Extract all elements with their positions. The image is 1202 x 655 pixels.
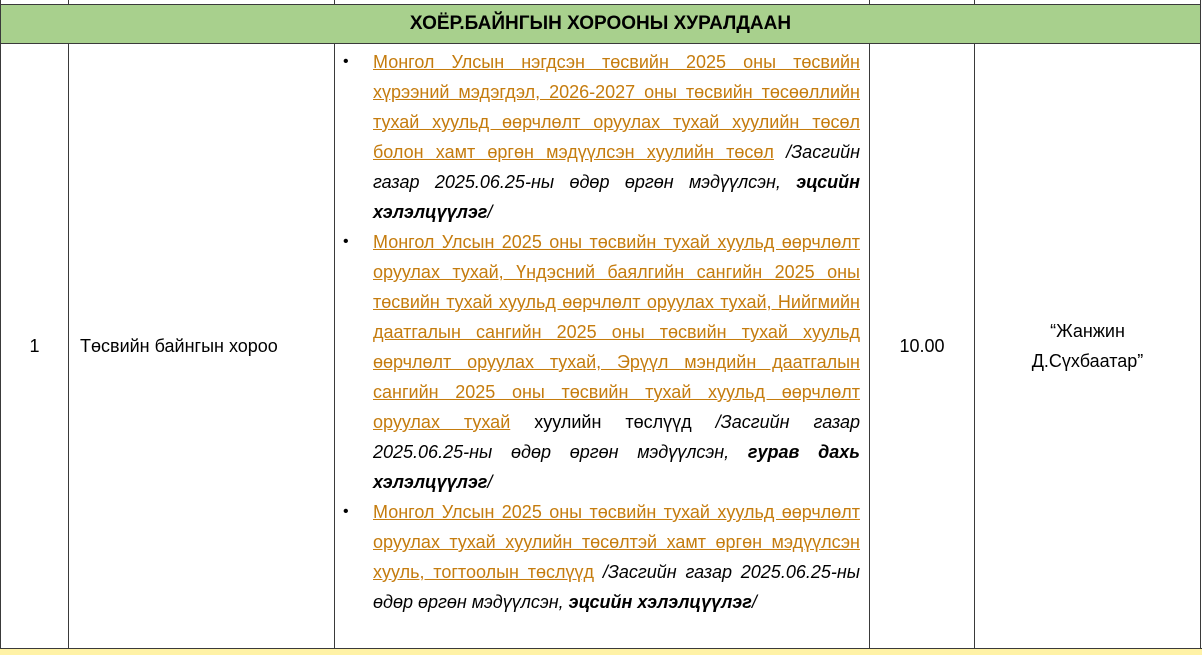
agenda-link[interactable]: Монгол Улсын 2025 оны төсвийн тухай хуул… xyxy=(373,232,860,432)
agenda-item: • Монгол Улсын 2025 оны төсвийн тухай ху… xyxy=(335,227,869,497)
place-cell: “Жанжин Д.Сүхбаатар” xyxy=(975,44,1200,648)
bullet-icon: • xyxy=(343,53,349,70)
column-divider xyxy=(68,0,69,5)
place-line-1: “Жанжин xyxy=(1050,321,1125,341)
time-cell: 10.00 xyxy=(870,44,974,648)
section-header: ХОЁР.БАЙНГЫН ХОРООНЫ ХУРАЛДААН xyxy=(1,4,1200,44)
column-divider xyxy=(334,44,335,648)
column-divider xyxy=(869,44,870,648)
table-border-right xyxy=(1200,0,1201,648)
committee-cell: Төсвийн байнгын хороо xyxy=(69,44,334,648)
bullet-icon: • xyxy=(343,503,349,520)
committee-name: Төсвийн байнгын хороо xyxy=(80,335,278,356)
column-divider xyxy=(334,0,335,5)
table-border-left xyxy=(0,0,1,648)
column-divider xyxy=(974,0,975,5)
agenda-plain-text: хуулийн төслүүд xyxy=(510,412,716,432)
column-divider xyxy=(974,44,975,648)
column-divider xyxy=(68,44,69,648)
table-row: 1 Төсвийн байнгын хороо • Монгол Улсын н… xyxy=(1,44,1200,648)
row-number-cell: 1 xyxy=(1,44,68,648)
agenda-cell: • Монгол Улсын нэгдсэн төсвийн 2025 оны … xyxy=(335,44,869,648)
agenda-note-end: / xyxy=(487,202,493,222)
meeting-time: 10.00 xyxy=(899,335,945,356)
agenda-note-end: / xyxy=(487,472,493,492)
row-number: 1 xyxy=(29,335,40,356)
column-divider xyxy=(869,0,870,5)
meeting-place: “Жанжин Д.Сүхбаатар” xyxy=(1032,316,1144,376)
bullet-icon: • xyxy=(343,233,349,250)
agenda-item: • Монгол Улсын нэгдсэн төсвийн 2025 оны … xyxy=(335,47,869,227)
place-line-2: Д.Сүхбаатар” xyxy=(1031,351,1144,371)
section-title: ХОЁР.БАЙНГЫН ХОРООНЫ ХУРАЛДААН xyxy=(409,13,792,34)
agenda-item: • Монгол Улсын 2025 оны төсвийн тухай ху… xyxy=(335,497,869,617)
agenda-note-end: / xyxy=(751,592,757,612)
agenda-stage: эцсийн хэлэлцүүлэг xyxy=(568,592,752,612)
agenda-list: • Монгол Улсын нэгдсэн төсвийн 2025 оны … xyxy=(335,47,869,617)
